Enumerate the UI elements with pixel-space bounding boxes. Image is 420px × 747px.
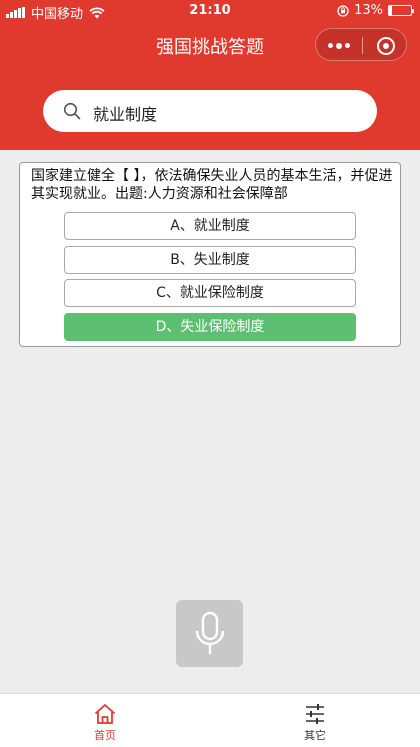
search-input[interactable]: 就业制度 — [43, 90, 377, 132]
mini-program-capsule — [315, 28, 407, 61]
tab-home-label: 首页 — [94, 729, 116, 742]
search-icon — [63, 102, 81, 120]
option-a[interactable]: A、就业制度 — [64, 212, 356, 240]
status-right: 13% — [337, 3, 414, 18]
tab-other[interactable]: 其它 — [210, 694, 420, 747]
orientation-lock-icon — [337, 4, 349, 17]
voice-input-button[interactable] — [176, 600, 243, 667]
option-d-correct[interactable]: D、失业保险制度 — [64, 313, 356, 341]
option-c[interactable]: C、就业保险制度 — [64, 279, 356, 307]
question-card: 国家建立健全【 】，依法确保失业人员的基本生活，并促进其实现就业。出题:人力资源… — [19, 162, 401, 347]
battery-percent: 13% — [354, 3, 383, 18]
dot-icon — [345, 43, 350, 48]
more-menu-button[interactable] — [316, 29, 362, 62]
status-bar: 中国移动 21:10 13% — [0, 0, 420, 22]
close-mini-program-button[interactable] — [363, 29, 408, 62]
tab-bar: 首页 其它 — [0, 693, 420, 747]
dot-icon — [328, 43, 333, 48]
nav-bar: 强国挑战答题 — [0, 22, 420, 68]
tab-other-label: 其它 — [304, 729, 326, 742]
battery-icon — [388, 5, 414, 16]
tab-home[interactable]: 首页 — [0, 694, 210, 747]
target-icon — [376, 36, 395, 55]
search-band: 就业制度 — [0, 68, 420, 150]
search-query: 就业制度 — [93, 105, 158, 124]
microphone-icon — [195, 611, 224, 654]
option-b[interactable]: B、失业制度 — [64, 246, 356, 274]
dot-icon — [336, 42, 342, 49]
home-icon — [94, 704, 116, 724]
battery-level — [389, 6, 392, 15]
sliders-icon — [306, 704, 324, 724]
question-text: 国家建立健全【 】，依法确保失业人员的基本生活，并促进其实现就业。出题:人力资源… — [31, 168, 393, 202]
